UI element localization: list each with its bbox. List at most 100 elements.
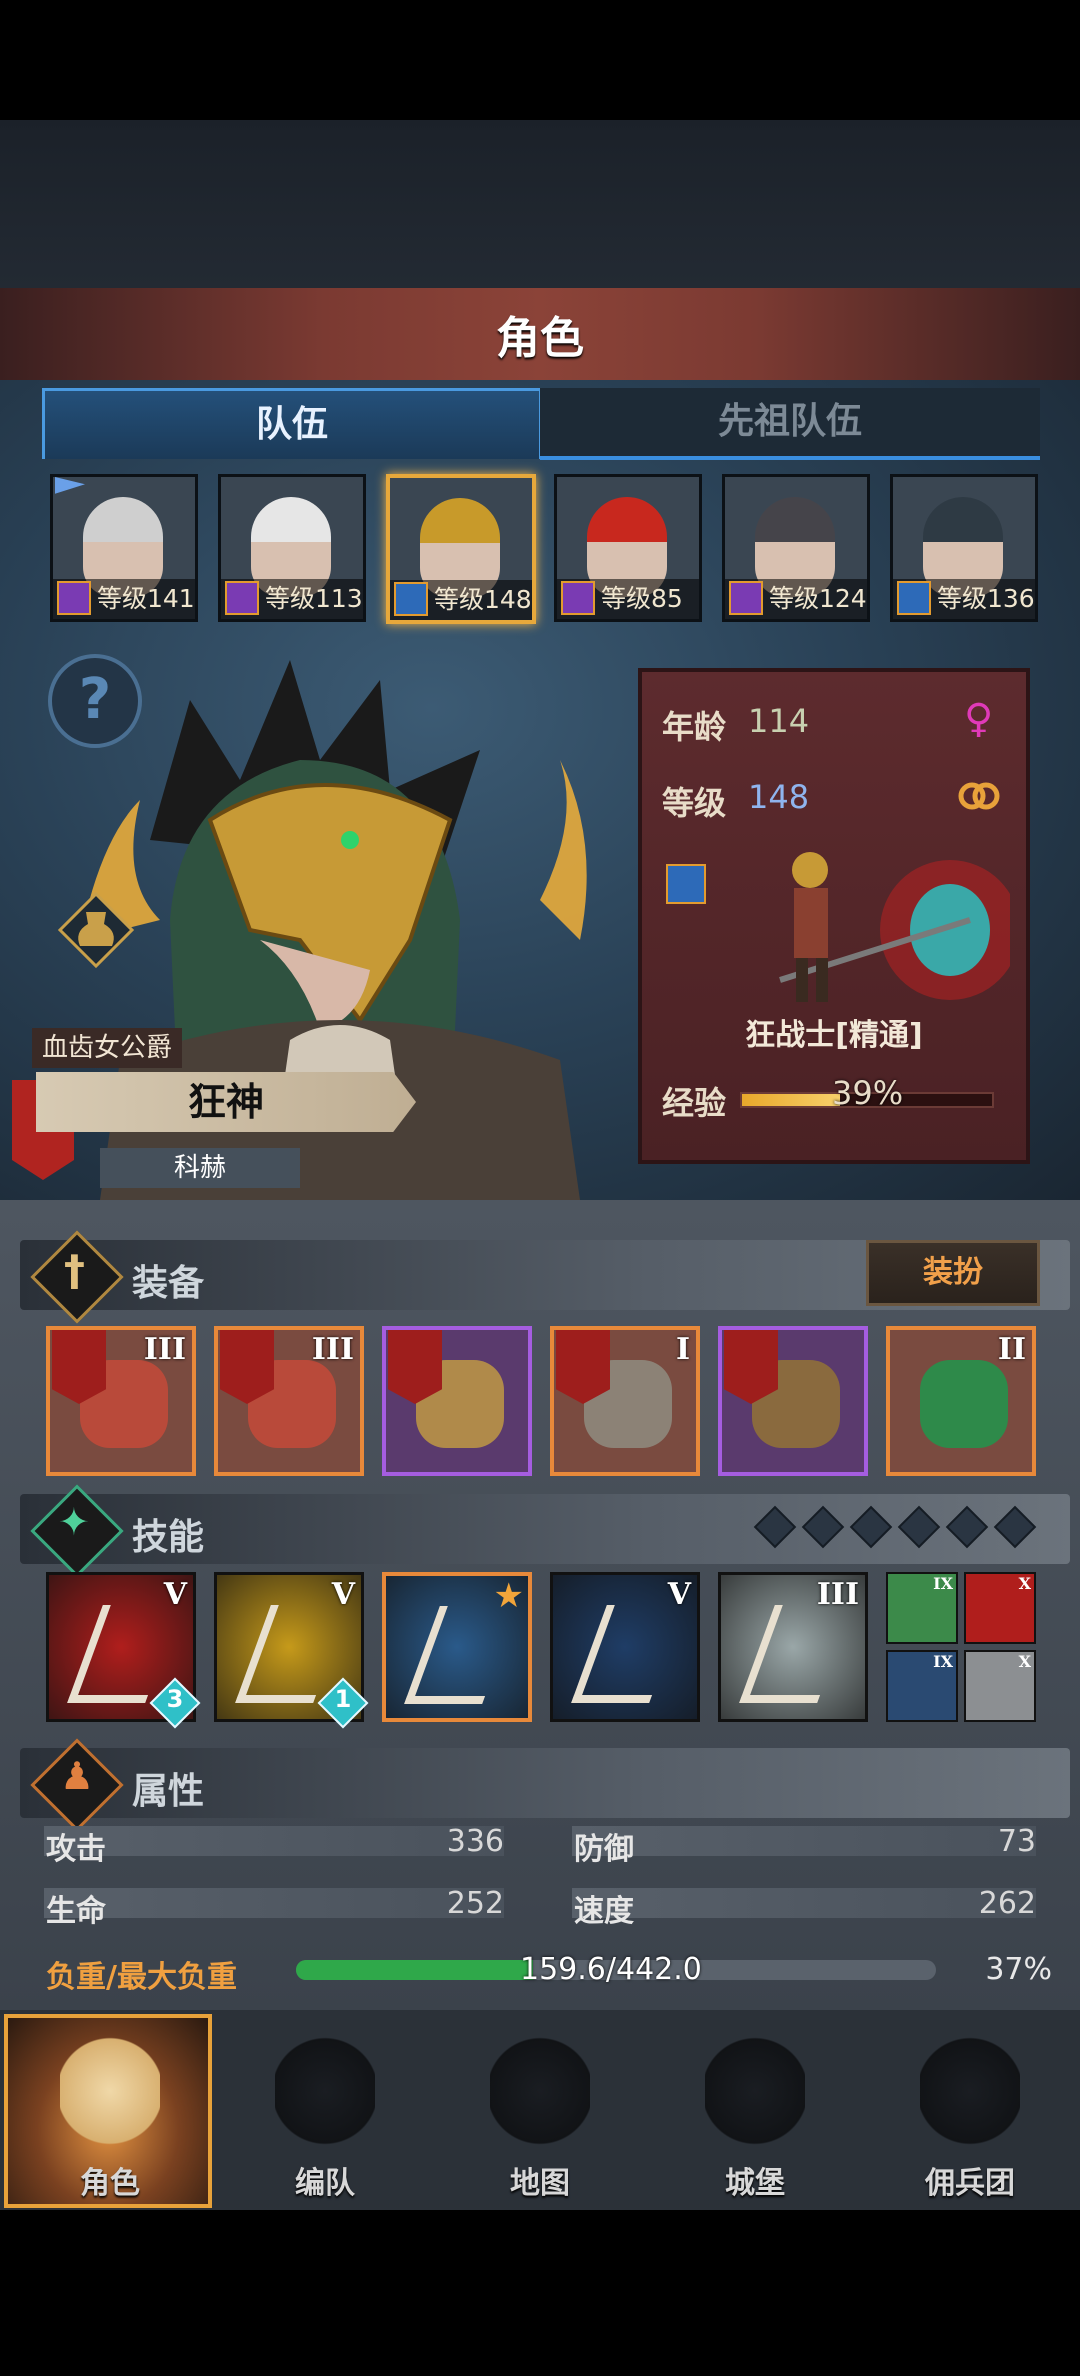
passive-skill-slot[interactable]: X <box>964 1650 1036 1722</box>
hero-slot[interactable]: 等级136 <box>890 474 1038 622</box>
equipment-slot-armor[interactable]: I <box>550 1326 700 1476</box>
star-icon: ★ <box>493 1576 524 1616</box>
compass-icon <box>490 2036 590 2146</box>
skill-icon <box>404 1606 518 1704</box>
attack-label: 攻击 <box>46 1832 106 1867</box>
skill-icon <box>571 1605 685 1703</box>
equipment-slot-axe[interactable]: III <box>46 1326 196 1476</box>
skill-slot[interactable]: V <box>550 1572 700 1722</box>
staff-icon <box>561 581 595 615</box>
skill-rank: X <box>1018 1574 1031 1593</box>
skill-level-badge: 3 <box>166 1685 184 1713</box>
load-percent: 37% <box>985 1952 1052 1987</box>
guild-banner-icon <box>388 1330 442 1404</box>
load-label: 负重/最大负重 <box>46 1960 237 1995</box>
guild-banner-icon <box>220 1330 274 1404</box>
hero-slot[interactable]: 等级113 <box>218 474 366 622</box>
class-name: 狂战士[精通] <box>745 1018 923 1053</box>
xp-percent: 39% <box>832 1074 904 1112</box>
equipment-slot-axe[interactable]: III <box>214 1326 364 1476</box>
hero-slot[interactable]: 等级85 <box>554 474 702 622</box>
nobility-title: 血齿女公爵 <box>32 1028 183 1068</box>
load-value: 159.6/442.0 <box>520 1952 702 1987</box>
passive-skill-slot[interactable]: X <box>964 1572 1036 1644</box>
skill-rank: III <box>816 1577 859 1612</box>
status-bar-area <box>0 0 1080 120</box>
nav-knight[interactable]: 角色 <box>4 2016 216 2206</box>
page-title: 角色 <box>496 313 584 364</box>
mercenary-icon <box>920 2036 1020 2146</box>
nav-label: 城堡 <box>725 2166 785 2201</box>
nav-label: 编队 <box>295 2166 355 2201</box>
equipment-slot-boots[interactable] <box>718 1326 868 1476</box>
skill-rank: V <box>667 1577 691 1612</box>
sword-icon <box>897 581 931 615</box>
flag-icon <box>55 477 85 494</box>
skill-slot[interactable]: V3 <box>46 1572 201 1729</box>
defense-label: 防御 <box>574 1832 634 1867</box>
speed-value: 262 <box>978 1886 1036 1921</box>
skill-rank: IX <box>933 1652 953 1671</box>
equipment-slot-helmet[interactable] <box>382 1326 532 1476</box>
age-value: 114 <box>748 702 810 740</box>
age-label: 年龄 <box>662 708 727 746</box>
castle-icon <box>705 2036 805 2146</box>
sword-icon <box>394 582 428 616</box>
tab-ancestor-team[interactable]: 先祖队伍 <box>540 388 1040 460</box>
outfit-button[interactable]: 装扮 <box>866 1240 1040 1306</box>
top-background <box>0 120 1080 288</box>
xp-label: 经验 <box>662 1084 727 1122</box>
passive-skill-slot[interactable]: IX <box>886 1650 958 1722</box>
rank-numeral: II <box>997 1332 1026 1367</box>
rank-numeral: III <box>311 1332 354 1367</box>
bottom-black-area <box>0 2210 1080 2376</box>
tab-team[interactable]: 队伍 <box>42 388 542 459</box>
hero-slot[interactable]: 等级148 <box>386 474 536 624</box>
equipment-label: 装备 <box>132 1263 205 1304</box>
skill-slot[interactable]: ★ <box>382 1572 532 1722</box>
nav-label: 地图 <box>510 2166 570 2201</box>
guild-banner-icon <box>52 1330 106 1404</box>
level-value: 148 <box>748 778 810 816</box>
passive-skill-slot[interactable]: IX <box>886 1572 958 1644</box>
xp-bar-fill <box>742 1094 840 1106</box>
female-icon: ♀ <box>964 696 994 742</box>
attack-value: 336 <box>446 1824 504 1859</box>
character-title: 狂神 <box>36 1072 416 1132</box>
character-stat-card[interactable]: 年龄 114 ♀ 等级 148 狂战士[精通] 经验 39% <box>638 668 1030 1164</box>
skill-icon <box>739 1605 853 1703</box>
hero-slot[interactable]: 等级124 <box>722 474 870 622</box>
nav-helmet[interactable]: 编队 <box>219 2016 431 2206</box>
speed-label: 速度 <box>574 1894 634 1929</box>
guild-banner-icon <box>556 1330 610 1404</box>
nav-compass[interactable]: 地图 <box>434 2016 646 2206</box>
load-bar-fill <box>296 1960 533 1980</box>
dagger-glyph: † <box>64 1246 85 1295</box>
staff-icon <box>225 581 259 615</box>
class-figure <box>779 852 1010 1002</box>
staff-icon <box>729 581 763 615</box>
character-name: 科赫 <box>100 1148 300 1188</box>
flask-icon[interactable] <box>56 890 136 970</box>
guild-banner-icon <box>724 1330 778 1404</box>
nav-label: 角色 <box>80 2166 140 2201</box>
skill-slot[interactable]: V1 <box>214 1572 369 1729</box>
skill-rank: V <box>331 1577 355 1612</box>
nav-label: 佣兵团 <box>925 2166 1015 2201</box>
hero-slot[interactable]: 等级141 <box>50 474 198 622</box>
skill-slot[interactable]: III <box>718 1572 868 1722</box>
hp-label: 生命 <box>46 1894 106 1929</box>
nav-castle[interactable]: 城堡 <box>649 2016 861 2206</box>
nav-mercenary[interactable]: 佣兵团 <box>864 2016 1076 2206</box>
equipment-slot-ring[interactable]: II <box>886 1326 1036 1476</box>
helmet-icon <box>275 2036 375 2146</box>
defense-value: 73 <box>997 1824 1036 1859</box>
skill-rank: V <box>163 1577 187 1612</box>
class-sword-icon <box>666 864 706 904</box>
knight-icon <box>60 2036 160 2146</box>
hp-value: 252 <box>446 1886 504 1921</box>
staff-icon <box>57 581 91 615</box>
skill-rank: X <box>1018 1652 1031 1671</box>
star-glyph: ✦ <box>58 1500 90 1544</box>
skills-label: 技能 <box>132 1517 205 1558</box>
